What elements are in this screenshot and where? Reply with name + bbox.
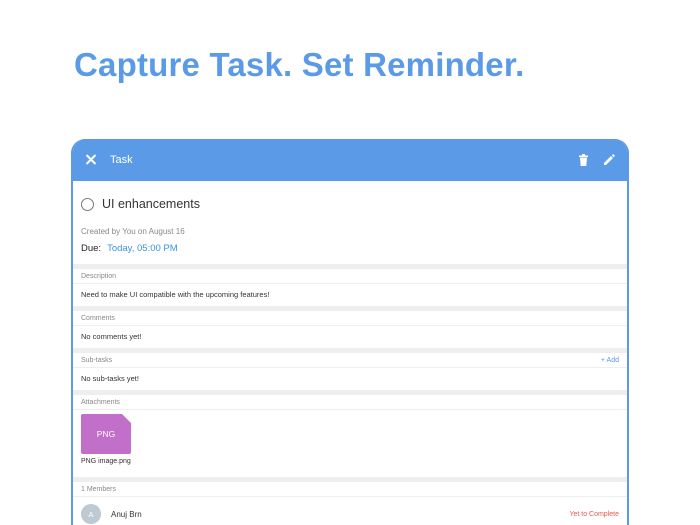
hero-title: Capture Task. Set Reminder. [74,46,525,83]
comments-label-text: Comments [81,314,115,322]
task-header: UI enhancements Created by You on August… [73,181,627,254]
due-value[interactable]: Today, 05:00 PM [107,243,178,254]
trash-icon[interactable] [575,152,591,168]
description-label-text: Description [81,272,117,280]
avatar: A [81,504,101,524]
topbar-title: Task [110,154,133,166]
member-status: Yet to Complete [569,510,619,518]
close-icon[interactable] [84,153,98,167]
members-label: 1 Members [73,482,627,497]
description-label: Description [73,269,627,284]
attachments-label: Attachments [73,395,627,410]
task-panel: Task UI enhancements Created by You on A… [71,139,629,525]
subtasks-text: No sub-tasks yet! [81,374,139,383]
attachments-label-text: Attachments [81,398,120,406]
due-label: Due: [81,243,102,254]
task-created-meta: Created by You on August 16 [81,227,185,236]
pencil-icon[interactable] [601,152,617,168]
member-row[interactable]: A Anuj Brn Yet to Complete [73,497,627,525]
comments-text: No comments yet! [81,332,142,341]
subtasks-label: Sub-tasks + Add [73,353,627,368]
task-due: Due: Today, 05:00 PM [81,243,619,254]
description-text: Need to make UI compatible with the upco… [81,290,270,299]
task-name: UI enhancements [102,197,200,211]
file-type-label: PNG [96,429,116,439]
members-label-text: 1 Members [81,485,117,493]
task-topbar: Task [73,139,627,181]
png-file-icon[interactable]: PNG [81,414,131,454]
attachment-file-name[interactable]: PNG image.png [73,454,627,477]
member-name: Anuj Brn [111,509,142,519]
add-subtask-button[interactable]: + Add [601,357,619,364]
task-complete-checkbox[interactable] [81,197,94,211]
subtasks-label-text: Sub-tasks [81,356,113,364]
comments-label: Comments [73,311,627,326]
